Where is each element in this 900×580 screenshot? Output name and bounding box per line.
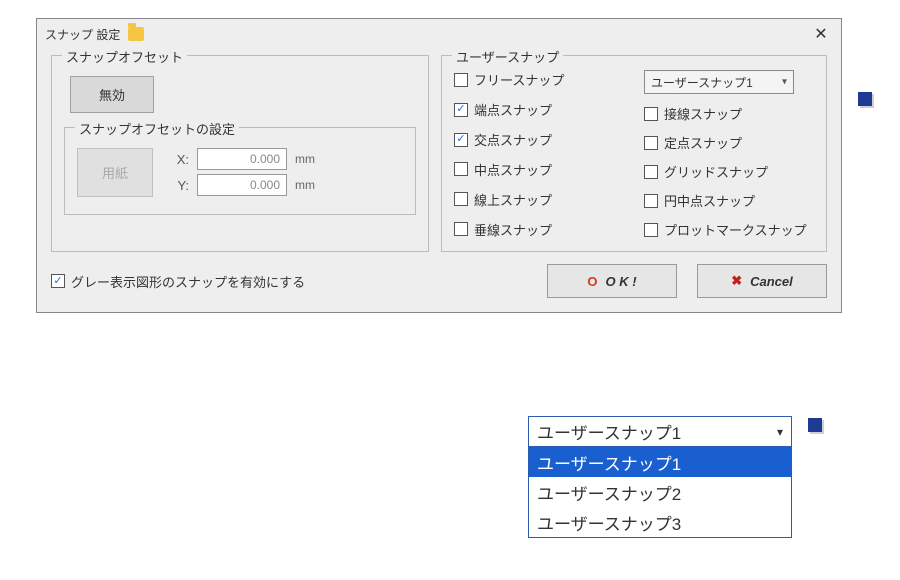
snap-a-checkbox-0[interactable]: フリースナップ xyxy=(454,70,626,90)
dropdown-item-1[interactable]: ユーザースナップ2 xyxy=(529,477,791,507)
snap-a-checkbox-4[interactable]: 線上スナップ xyxy=(454,189,626,209)
ok-circle-icon: O xyxy=(587,274,597,289)
snap-a-checkbox-1[interactable]: 端点スナップ xyxy=(454,100,626,120)
chevron-down-icon: ▾ xyxy=(777,425,783,439)
checkbox-icon xyxy=(644,136,658,150)
snap-a-checkbox-5[interactable]: 垂線スナップ xyxy=(454,219,626,239)
snap-b-checkbox-2[interactable]: グリッドスナップ xyxy=(644,162,814,181)
x-unit: mm xyxy=(295,152,315,166)
folder-icon[interactable] xyxy=(128,27,144,41)
checkbox-icon xyxy=(51,274,65,288)
checkbox-icon xyxy=(454,192,468,206)
close-icon: ✕ xyxy=(814,24,827,44)
dropdown-selected-value: ユーザースナップ1 xyxy=(537,419,681,444)
user-snap-combo-value: ユーザースナップ1 xyxy=(651,74,753,91)
snap-offset-settings-group: スナップオフセットの設定 用紙 X: mm Y: mm xyxy=(64,127,416,215)
snap-a-label-2: 交点スナップ xyxy=(474,130,552,149)
snap-b-checkbox-4[interactable]: プロットマークスナップ xyxy=(644,220,814,239)
callout-marker xyxy=(808,418,822,432)
checkbox-icon xyxy=(644,194,658,208)
callout-marker xyxy=(858,92,872,106)
snap-a-label-0: フリースナップ xyxy=(474,70,564,89)
cancel-label: Cancel xyxy=(750,274,793,289)
title-bar: スナップ 設定 ✕ xyxy=(37,19,841,49)
gray-snap-label: グレー表示図形のスナップを有効にする xyxy=(71,272,305,291)
checkbox-icon xyxy=(454,103,468,117)
snap-a-label-4: 線上スナップ xyxy=(474,190,552,209)
snap-b-checkbox-1[interactable]: 定点スナップ xyxy=(644,133,814,152)
checkbox-icon xyxy=(644,165,658,179)
snap-offset-settings-label: スナップオフセットの設定 xyxy=(75,119,239,138)
checkbox-icon xyxy=(454,222,468,236)
snap-a-checkbox-3[interactable]: 中点スナップ xyxy=(454,159,626,179)
checkbox-icon xyxy=(454,133,468,147)
snap-b-checkbox-0[interactable]: 接線スナップ xyxy=(644,104,814,123)
snap-b-label-1: 定点スナップ xyxy=(664,133,742,152)
snap-offset-group: スナップオフセット 無効 スナップオフセットの設定 用紙 X: mm xyxy=(51,55,429,252)
snap-settings-dialog: スナップ 設定 ✕ スナップオフセット 無効 スナップオフセットの設定 用紙 X… xyxy=(36,18,842,313)
y-label: Y: xyxy=(171,178,189,193)
checkbox-icon xyxy=(454,162,468,176)
y-unit: mm xyxy=(295,178,315,192)
user-snap-label: ユーザースナップ xyxy=(452,47,563,66)
user-snap-dropdown-open[interactable]: ユーザースナップ1 ▾ ユーザースナップ1ユーザースナップ2ユーザースナップ3 xyxy=(528,416,792,538)
x-input[interactable] xyxy=(197,148,287,170)
dialog-footer: グレー表示図形のスナップを有効にする O O K ! ✖ Cancel xyxy=(37,256,841,312)
cancel-button[interactable]: ✖ Cancel xyxy=(697,264,827,298)
chevron-down-icon: ▾ xyxy=(782,77,787,88)
dropdown-selected[interactable]: ユーザースナップ1 ▾ xyxy=(529,417,791,447)
snap-a-label-1: 端点スナップ xyxy=(474,100,552,119)
snap-b-label-3: 円中点スナップ xyxy=(664,191,755,210)
ok-label: O K ! xyxy=(606,274,637,289)
gray-snap-checkbox[interactable]: グレー表示図形のスナップを有効にする xyxy=(51,272,527,291)
x-label: X: xyxy=(171,152,189,167)
y-input[interactable] xyxy=(197,174,287,196)
ok-button[interactable]: O O K ! xyxy=(547,264,677,298)
checkbox-icon xyxy=(644,223,658,237)
paper-button[interactable]: 用紙 xyxy=(77,148,153,197)
dropdown-item-2[interactable]: ユーザースナップ3 xyxy=(529,507,791,537)
close-button[interactable]: ✕ xyxy=(809,22,833,46)
disable-button[interactable]: 無効 xyxy=(70,76,154,113)
snap-b-label-0: 接線スナップ xyxy=(664,104,742,123)
snap-a-label-3: 中点スナップ xyxy=(474,160,552,179)
snap-offset-label: スナップオフセット xyxy=(62,47,187,66)
dropdown-item-0[interactable]: ユーザースナップ1 xyxy=(529,447,791,477)
snap-a-checkbox-2[interactable]: 交点スナップ xyxy=(454,130,626,150)
user-snap-group: ユーザースナップ フリースナップ端点スナップ交点スナップ中点スナップ線上スナップ… xyxy=(441,55,827,252)
cancel-x-icon: ✖ xyxy=(731,273,742,289)
checkbox-icon xyxy=(644,107,658,121)
checkbox-icon xyxy=(454,73,468,87)
dialog-title: スナップ 設定 xyxy=(45,26,120,43)
snap-a-label-5: 垂線スナップ xyxy=(474,220,552,239)
user-snap-combo[interactable]: ユーザースナップ1 ▾ xyxy=(644,70,794,94)
snap-b-checkbox-3[interactable]: 円中点スナップ xyxy=(644,191,814,210)
snap-b-label-2: グリッドスナップ xyxy=(664,162,768,181)
snap-b-label-4: プロットマークスナップ xyxy=(664,220,807,239)
